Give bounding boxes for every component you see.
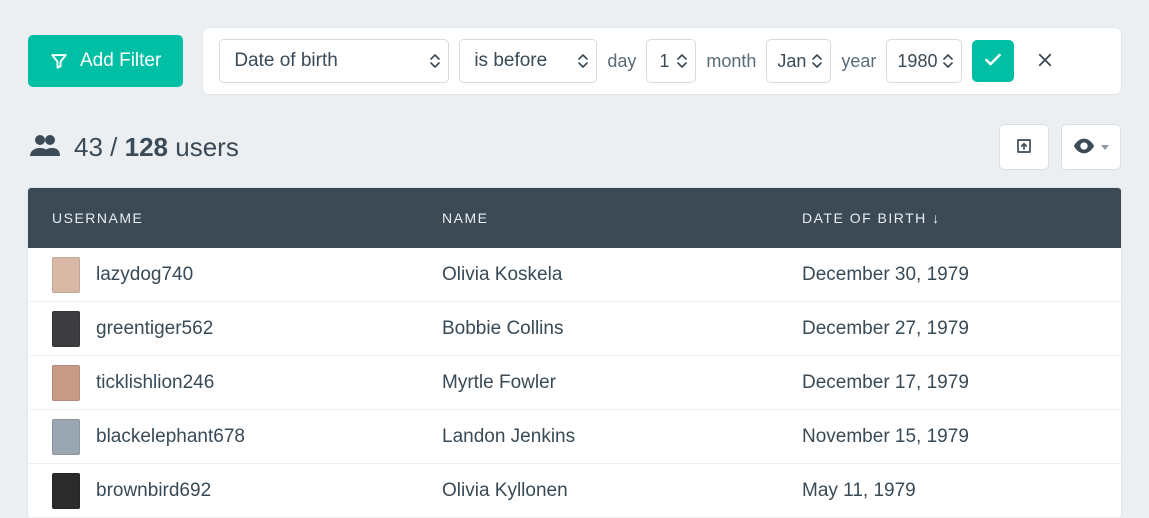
count-unit: users: [175, 132, 239, 162]
cell-name: Olivia Kyllonen: [442, 480, 802, 502]
cell-username: brownbird692: [52, 473, 442, 509]
add-filter-label: Add Filter: [80, 50, 161, 72]
users-icon: [30, 132, 60, 163]
username-text: blackelephant678: [96, 426, 245, 448]
cell-name: Myrtle Fowler: [442, 372, 802, 394]
filter-toolbar: Add Filter Date of birth is before day 1…: [28, 28, 1121, 94]
chevron-down-icon: [1101, 145, 1109, 150]
username-text: greentiger562: [96, 318, 213, 340]
check-icon: [983, 50, 1003, 73]
table-row[interactable]: ticklishlion246 Myrtle FowlerDecember 17,…: [28, 356, 1121, 410]
chevron-sort-icon: [677, 53, 687, 69]
apply-filter-button[interactable]: [972, 40, 1014, 82]
cell-dob: December 27, 1979: [802, 318, 1097, 340]
username-text: lazydog740: [96, 264, 193, 286]
result-count: 43 / 128 users: [30, 132, 239, 163]
add-filter-button[interactable]: Add Filter: [28, 35, 183, 87]
avatar: [52, 311, 80, 347]
close-icon: [1036, 51, 1054, 72]
table-row[interactable]: lazydog740 Olivia KoskelaDecember 30, 197…: [28, 248, 1121, 302]
filtered-count: 43: [74, 132, 103, 162]
avatar: [52, 419, 80, 455]
filter-condition-select[interactable]: is before: [459, 39, 597, 83]
avatar: [52, 473, 80, 509]
eye-icon: [1073, 138, 1095, 157]
chevron-sort-icon: [578, 53, 588, 69]
cell-username: ticklishlion246: [52, 365, 442, 401]
count-separator: /: [110, 132, 117, 162]
column-header-username[interactable]: Username: [52, 210, 442, 226]
filter-icon: [50, 52, 68, 70]
table-row[interactable]: greentiger562 Bobbie CollinsDecember 27, …: [28, 302, 1121, 356]
cell-username: greentiger562: [52, 311, 442, 347]
filter-year-label: year: [841, 51, 876, 72]
columns-visibility-button[interactable]: [1061, 124, 1121, 170]
avatar: [52, 365, 80, 401]
filter-day-value: 1: [659, 51, 669, 72]
summary-row: 43 / 128 users: [28, 124, 1121, 170]
username-text: brownbird692: [96, 480, 211, 502]
export-button[interactable]: [999, 124, 1049, 170]
filter-year-value: 1980: [897, 51, 937, 72]
column-header-name[interactable]: Name: [442, 210, 802, 226]
active-filter-card: Date of birth is before day 1 month Jan: [203, 28, 1121, 94]
filter-year-select[interactable]: 1980: [886, 39, 962, 83]
chevron-sort-icon: [430, 53, 440, 69]
filter-day-select[interactable]: 1: [646, 39, 696, 83]
export-icon: [1015, 137, 1033, 158]
users-table: Username Name Date of birth ↓ lazydog740…: [28, 188, 1121, 518]
username-text: ticklishlion246: [96, 372, 214, 394]
table-body: lazydog740 Olivia KoskelaDecember 30, 197…: [28, 248, 1121, 518]
column-header-dob[interactable]: Date of birth ↓: [802, 210, 1097, 226]
total-count: 128: [125, 132, 168, 162]
table-row[interactable]: blackelephant678 Landon JenkinsNovember 1…: [28, 410, 1121, 464]
cell-dob: December 17, 1979: [802, 372, 1097, 394]
filter-month-label: month: [706, 51, 756, 72]
filter-condition-value: is before: [474, 50, 547, 72]
cell-username: lazydog740: [52, 257, 442, 293]
cell-dob: November 15, 1979: [802, 426, 1097, 448]
cell-name: Olivia Koskela: [442, 264, 802, 286]
table-row[interactable]: brownbird692 Olivia KyllonenMay 11, 1979: [28, 464, 1121, 518]
remove-filter-button[interactable]: [1024, 40, 1066, 82]
filter-field-value: Date of birth: [234, 50, 338, 72]
cell-name: Bobbie Collins: [442, 318, 802, 340]
cell-name: Landon Jenkins: [442, 426, 802, 448]
cell-dob: May 11, 1979: [802, 480, 1097, 502]
filter-day-label: day: [607, 51, 636, 72]
chevron-sort-icon: [943, 53, 953, 69]
avatar: [52, 257, 80, 293]
filter-field-select[interactable]: Date of birth: [219, 39, 449, 83]
cell-username: blackelephant678: [52, 419, 442, 455]
filter-month-value: Jan: [777, 51, 806, 72]
table-actions: [999, 124, 1121, 170]
table-header: Username Name Date of birth ↓: [28, 188, 1121, 248]
chevron-sort-icon: [812, 53, 822, 69]
cell-dob: December 30, 1979: [802, 264, 1097, 286]
filter-month-select[interactable]: Jan: [766, 39, 831, 83]
